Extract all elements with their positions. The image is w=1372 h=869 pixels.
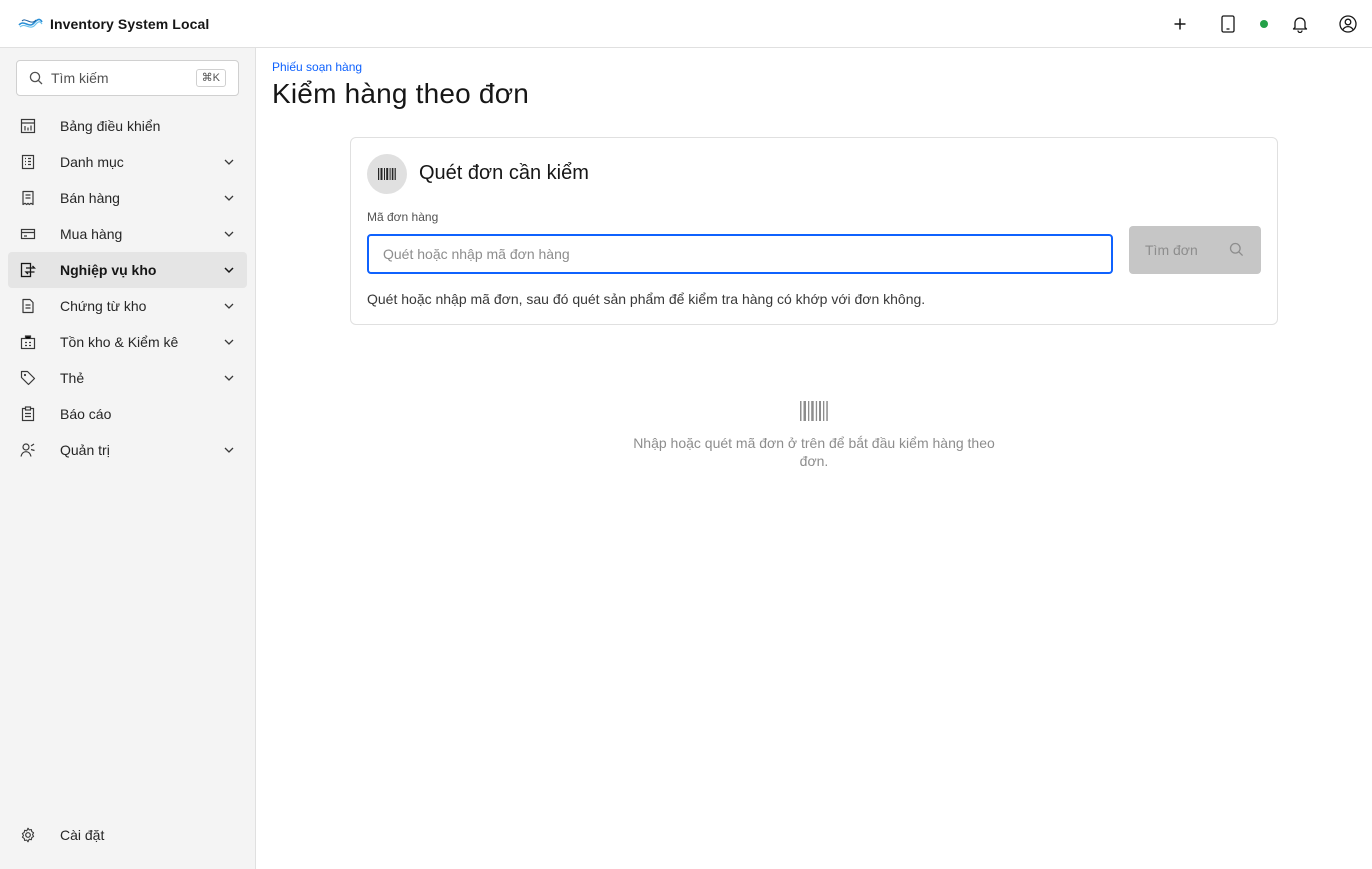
card-icon (20, 228, 36, 240)
sidebar: Tìm kiếm ⌘K Bảng điều khiển Danh mục Bán… (0, 48, 256, 869)
search-shortcut: ⌘K (195, 69, 226, 87)
chevron-down-icon (224, 231, 234, 237)
main-content: Phiếu soạn hàng Kiểm hàng theo đơn Quét … (256, 48, 1372, 869)
gear-icon (21, 827, 35, 843)
report-icon (21, 406, 35, 422)
sidebar-item-settings[interactable]: Cài đặt (8, 817, 247, 853)
app-title: Inventory System Local (50, 15, 210, 32)
sidebar-item-label: Tồn kho & Kiểm kê (60, 334, 179, 350)
sidebar-footer: Cài đặt (8, 817, 247, 853)
add-button[interactable] (1156, 0, 1204, 48)
tag-icon (20, 370, 36, 386)
find-order-label: Tìm đơn (1145, 242, 1198, 258)
add-icon (1174, 18, 1186, 30)
document-icon (22, 298, 34, 314)
settings-label: Cài đặt (60, 827, 105, 843)
notifications-button[interactable] (1276, 0, 1324, 48)
sidebar-item-sales[interactable]: Bán hàng (8, 180, 247, 216)
chevron-down-icon (224, 159, 234, 165)
breadcrumb-link[interactable]: Phiếu soạn hàng (272, 60, 362, 74)
user-avatar-icon (1339, 15, 1357, 33)
scan-order-card: Quét đơn cần kiểm Mã đơn hàng Tìm đơn Qu… (350, 137, 1278, 325)
sidebar-item-inventory[interactable]: Tồn kho & Kiểm kê (8, 324, 247, 360)
tablet-icon (1221, 15, 1235, 33)
search-icon (1229, 242, 1244, 257)
sidebar-item-warehouse-operations[interactable]: Nghiệp vụ kho (8, 252, 247, 288)
sidebar-item-label: Nghiệp vụ kho (60, 262, 157, 278)
admin-icon (20, 443, 35, 457)
barcode-icon (378, 168, 396, 180)
sidebar-item-admin[interactable]: Quản trị (8, 432, 247, 468)
status-dot-icon (1260, 20, 1268, 28)
empty-state-text: Nhập hoặc quét mã đơn ở trên để bắt đầu … (633, 435, 995, 469)
chevron-down-icon (224, 267, 234, 274)
sidebar-item-purchasing[interactable]: Mua hàng (8, 216, 247, 252)
inventory-icon (20, 335, 36, 350)
page-title: Kiểm hàng theo đơn (272, 78, 530, 109)
barcode-icon (800, 401, 828, 421)
chevron-down-icon (224, 339, 234, 345)
user-button[interactable] (1324, 0, 1372, 48)
empty-state: Nhập hoặc quét mã đơn ở trên để bắt đầu … (619, 400, 1009, 470)
chevron-down-icon (224, 447, 234, 453)
chevron-down-icon (224, 375, 234, 381)
sidebar-search[interactable]: Tìm kiếm ⌘K (16, 60, 239, 96)
connection-status (1252, 0, 1276, 48)
chevron-down-icon (224, 303, 234, 309)
card-title: Quét đơn cần kiểm (419, 162, 589, 184)
sidebar-item-reports[interactable]: Báo cáo (8, 396, 247, 432)
sidebar-item-catalog[interactable]: Danh mục (8, 144, 247, 180)
app-logo-icon (18, 18, 43, 28)
sidebar-item-label: Thẻ (60, 370, 85, 386)
search-label: Tìm kiếm (51, 70, 109, 86)
brand[interactable]: Inventory System Local (17, 14, 209, 34)
sidebar-item-label: Bán hàng (60, 190, 120, 206)
chevron-down-icon (224, 195, 234, 201)
card-icon-badge (367, 154, 407, 194)
order-code-label: Mã đơn hàng (367, 210, 439, 224)
top-header: Inventory System Local (0, 0, 1372, 48)
device-button[interactable] (1204, 0, 1252, 48)
sidebar-item-label: Báo cáo (60, 406, 112, 422)
sidebar-item-label: Quản trị (60, 442, 110, 458)
notification-icon (1292, 17, 1308, 33)
helper-text: Quét hoặc nhập mã đơn, sau đó quét sản p… (367, 291, 926, 307)
sidebar-item-warehouse-documents[interactable]: Chứng từ kho (8, 288, 247, 324)
warehouse-transfer-icon (20, 262, 36, 278)
sidebar-item-dashboard[interactable]: Bảng điều khiển (8, 108, 247, 144)
catalog-icon (21, 154, 35, 170)
search-icon (29, 71, 43, 85)
order-code-input[interactable] (367, 234, 1113, 274)
receipt-icon (22, 190, 34, 206)
sidebar-item-label: Bảng điều khiển (60, 118, 161, 134)
find-order-button[interactable]: Tìm đơn (1129, 226, 1261, 274)
sidebar-nav: Bảng điều khiển Danh mục Bán hàng Mua hà… (8, 108, 247, 468)
sidebar-item-label: Danh mục (60, 154, 124, 170)
sidebar-item-tags[interactable]: Thẻ (8, 360, 247, 396)
sidebar-item-label: Mua hàng (60, 226, 123, 242)
dashboard-icon (20, 118, 36, 134)
sidebar-item-label: Chứng từ kho (60, 298, 147, 314)
header-actions (1156, 0, 1372, 48)
